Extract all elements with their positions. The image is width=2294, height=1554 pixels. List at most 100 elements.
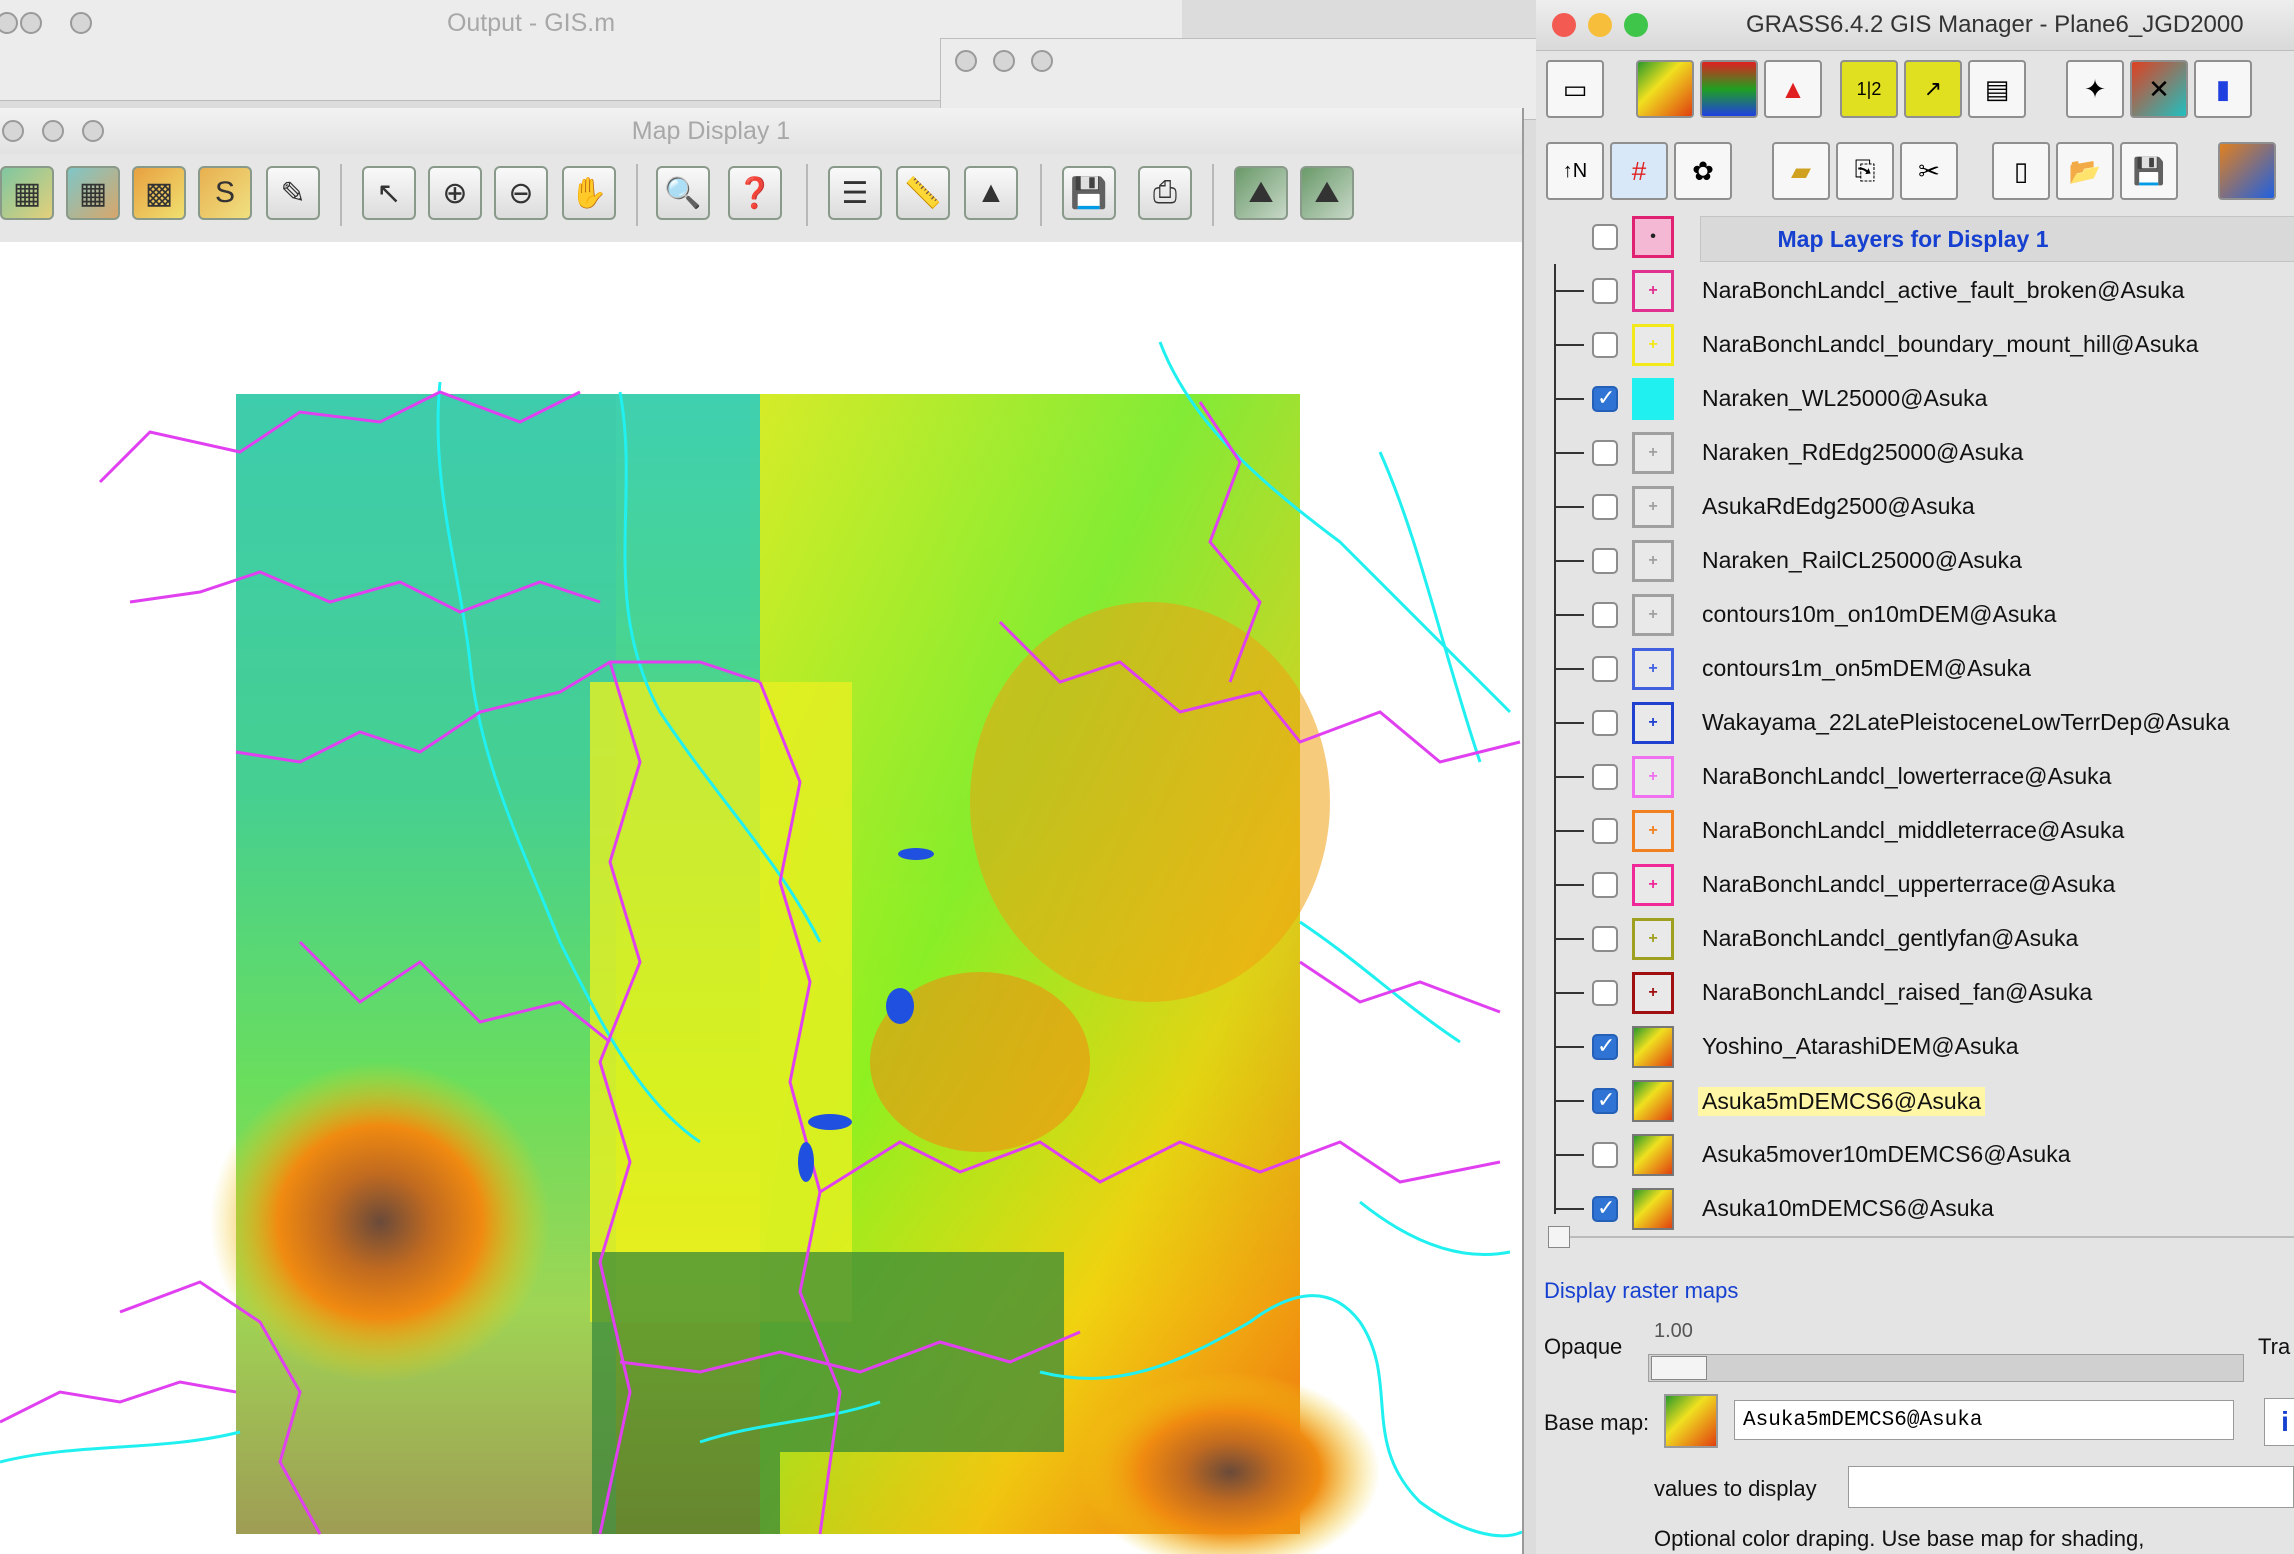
layer-row[interactable]: + NaraBonchLandcl_gentlyfan@Asuka [1536,912,2294,966]
display-active-icon[interactable]: ▦ [66,166,120,220]
histogram-raster-icon[interactable]: ▲ [1764,60,1822,118]
basemap-input[interactable] [1734,1400,2234,1440]
opacity-slider-handle[interactable] [1651,1356,1707,1380]
pan-icon[interactable]: ✋ [562,166,616,220]
histogram-icon[interactable]: ▲ [964,166,1018,220]
zoom-icon[interactable] [70,12,92,34]
zoom-back-icon[interactable]: 🔍 [656,166,710,220]
layer-name[interactable]: NaraBonchLandcl_raised_fan@Asuka [1702,979,2092,1006]
panel-splitter[interactable] [1548,1226,1570,1248]
zoom-in-icon[interactable]: ⊕ [428,166,482,220]
zoom-icon[interactable] [82,120,104,142]
north-arrow-tool-icon[interactable]: ↑N [1546,142,1604,200]
layer-visibility-checkbox[interactable] [1592,656,1618,682]
zoom-out-icon[interactable]: ⊖ [494,166,548,220]
layer-name[interactable]: Wakayama_22LatePleistoceneLowTerrDep@Asu… [1702,709,2230,736]
animate-icon[interactable]: ⛰ [1300,166,1354,220]
new-file-icon[interactable]: ▯ [1992,142,2050,200]
layer-visibility-checkbox[interactable] [1592,710,1618,736]
layer-name[interactable]: NaraBonchLandcl_gentlyfan@Asuka [1702,925,2078,952]
layer-row[interactable]: + contours10m_on10mDEM@Asuka [1536,588,2294,642]
layer-row[interactable]: + contours1m_on5mDEM@Asuka [1536,642,2294,696]
raster-display-icon[interactable] [1636,60,1694,118]
opacity-slider[interactable] [1648,1354,2244,1382]
layer-visibility-checkbox[interactable] [1592,1142,1618,1168]
arrows-icon[interactable]: ↗ [1904,60,1962,118]
layer-visibility-checkbox[interactable] [1592,494,1618,520]
layer-visibility-checkbox[interactable] [1592,602,1618,628]
layer-name[interactable]: NaraBonchLandcl_active_fault_broken@Asuk… [1702,277,2184,304]
settings-flower-icon[interactable]: ✿ [1674,142,1732,200]
close-icon[interactable] [0,12,18,34]
minimize-icon[interactable] [1588,13,1612,37]
pointer-icon[interactable]: ↖ [362,166,416,220]
layer-name[interactable]: NaraBonchLandcl_boundary_mount_hill@Asuk… [1702,331,2198,358]
close-icon[interactable] [1552,13,1576,37]
layer-name[interactable]: Asuka5mover10mDEMCS6@Asuka [1702,1141,2070,1168]
save-file-icon[interactable]: 💾 [2120,142,2178,200]
layer-name[interactable]: Asuka5mDEMCS6@Asuka [1698,1087,1985,1116]
layer-visibility-checkbox[interactable] [1592,980,1618,1006]
display-checkbox[interactable] [1592,224,1618,250]
layer-visibility-checkbox[interactable] [1592,872,1618,898]
layer-name[interactable]: NaraBonchLandcl_lowerterrace@Asuka [1702,763,2111,790]
measure-icon[interactable]: 📏 [896,166,950,220]
pan-query-icon[interactable]: S [198,166,252,220]
layer-row[interactable]: + NaraBonchLandcl_active_fault_broken@Asu… [1536,264,2294,318]
nviz-icon[interactable]: ⛰ [1234,166,1288,220]
layer-name[interactable]: NaraBonchLandcl_middleterrace@Asuka [1702,817,2124,844]
layer-name[interactable]: Asuka10mDEMCS6@Asuka [1702,1195,1994,1222]
minimize-icon[interactable] [993,50,1015,72]
folder-icon[interactable]: ▰ [1772,142,1830,200]
layer-visibility-checkbox[interactable] [1592,332,1618,358]
cut-icon[interactable]: ✂ [1900,142,1958,200]
vector-display-icon[interactable]: ✦ [2066,60,2124,118]
layer-row[interactable]: + NaraBonchLandcl_boundary_mount_hill@Asu… [1536,318,2294,372]
layer-row[interactable]: + NaraBonchLandcl_middleterrace@Asuka [1536,804,2294,858]
thematic-vector-icon[interactable]: ✕ [2130,60,2188,118]
layer-name[interactable]: Naraken_RailCL25000@Asuka [1702,547,2022,574]
rgb-display-icon[interactable] [1700,60,1758,118]
layer-name[interactable]: NaraBonchLandcl_upperterrace@Asuka [1702,871,2115,898]
layer-visibility-checkbox[interactable] [1592,818,1618,844]
zoom-icon[interactable] [1624,13,1648,37]
layers-stack-icon[interactable] [2218,142,2276,200]
layer-row[interactable]: + Wakayama_22LatePleistoceneLowTerrDep@As… [1536,696,2294,750]
layer-visibility-checkbox[interactable] [1592,926,1618,952]
layer-name[interactable]: contours1m_on5mDEM@Asuka [1702,655,2031,682]
zoom-icon[interactable] [1031,50,1053,72]
layer-row[interactable]: Naraken_WL25000@Asuka [1536,372,2294,426]
layer-visibility-checkbox[interactable] [1592,278,1618,304]
layer-visibility-checkbox[interactable] [1592,548,1618,574]
save-icon[interactable]: 💾 [1062,166,1116,220]
copy-icon[interactable]: ⎘ [1836,142,1894,200]
new-display-icon[interactable]: ▭ [1546,60,1604,118]
print-icon[interactable]: ⎙ [1138,166,1192,220]
layer-row[interactable]: Yoshino_AtarashiDEM@Asuka [1536,1020,2294,1074]
layer-visibility-checkbox[interactable] [1592,1033,1618,1060]
query-icon[interactable]: ❓ [728,166,782,220]
layer-row[interactable]: + NaraBonchLandcl_upperterrace@Asuka [1536,858,2294,912]
layer-name[interactable]: Naraken_WL25000@Asuka [1702,385,1987,412]
cell-values-icon[interactable]: 1|2 [1840,60,1898,118]
layer-row[interactable]: + NaraBonchLandcl_lowerterrace@Asuka [1536,750,2294,804]
layer-row[interactable]: Asuka5mDEMCS6@Asuka [1536,1074,2294,1128]
layer-row[interactable]: + Naraken_RdEdg25000@Asuka [1536,426,2294,480]
layer-row[interactable]: Asuka5mover10mDEMCS6@Asuka [1536,1128,2294,1182]
grid-icon[interactable]: # [1610,142,1668,200]
layer-visibility-checkbox[interactable] [1592,1087,1618,1114]
open-file-icon[interactable]: 📂 [2056,142,2114,200]
layer-row[interactable]: Asuka10mDEMCS6@Asuka [1536,1182,2294,1236]
layer-row[interactable]: + Naraken_RailCL25000@Asuka [1536,534,2294,588]
layer-visibility-checkbox[interactable] [1592,385,1618,412]
layer-visibility-checkbox[interactable] [1592,764,1618,790]
minimize-icon[interactable] [20,12,42,34]
chart-icon[interactable]: ▮ [2194,60,2252,118]
legend-icon[interactable]: ▤ [1968,60,2026,118]
display-all-icon[interactable]: ▦ [0,166,54,220]
render-icon[interactable]: ▩ [132,166,186,220]
layer-name[interactable]: Yoshino_AtarashiDEM@Asuka [1702,1033,2019,1060]
info-icon[interactable]: i [2264,1398,2294,1446]
layer-visibility-checkbox[interactable] [1592,1195,1618,1222]
close-icon[interactable] [955,50,977,72]
